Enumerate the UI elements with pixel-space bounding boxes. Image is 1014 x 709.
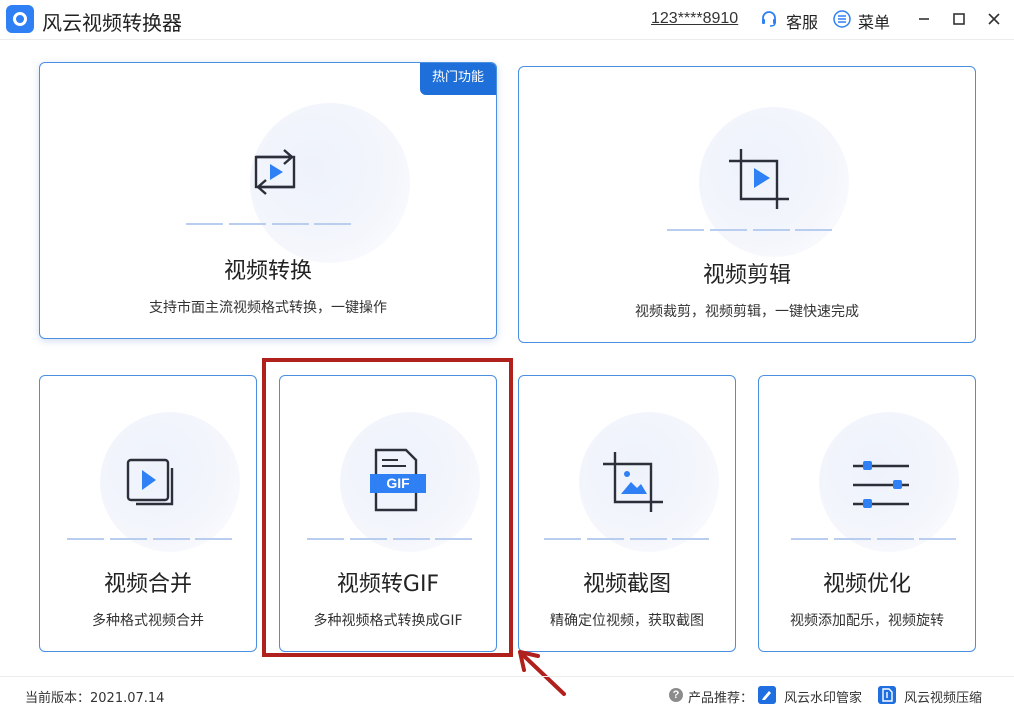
compress-app-icon[interactable] — [878, 686, 896, 704]
video-convert-card[interactable]: 视频转换 支持市面主流视频格式转换，一键操作 热门功能 — [39, 62, 497, 339]
card-description: 精确定位视频，获取截图 — [550, 613, 704, 629]
card-description: 支持市面主流视频格式转换，一键操作 — [149, 300, 387, 316]
version-label: 当前版本：2021.07.14 — [25, 691, 165, 706]
customer-service-button[interactable]: 客服 — [786, 9, 818, 33]
card-title: 视频截图 — [582, 572, 671, 597]
convert-icon — [254, 149, 296, 195]
merge-icon — [126, 458, 174, 506]
card-title: 视频转换 — [223, 259, 312, 284]
crop-image-icon — [603, 452, 663, 512]
decor-line — [667, 229, 832, 231]
card-description: 多种格式视频合并 — [92, 613, 204, 629]
product-link-watermark[interactable]: 风云水印管家 — [784, 687, 862, 706]
headset-icon[interactable] — [760, 10, 778, 28]
status-bar: 当前版本：2021.07.14 ? 产品推荐： 风云水印管家 风云视频压缩 — [0, 676, 1014, 709]
maximize-icon[interactable] — [948, 8, 970, 30]
video-optimize-card[interactable]: 视频优化 视频添加配乐，视频旋转 — [758, 375, 976, 652]
video-screenshot-card[interactable]: 视频截图 精确定位视频，获取截图 — [518, 375, 736, 652]
account-link[interactable]: 123****8910 — [651, 10, 738, 28]
highlight-box — [262, 358, 513, 657]
hot-badge: 热门功能 — [420, 63, 496, 95]
menu-icon[interactable] — [833, 10, 851, 28]
video-edit-card[interactable]: 视频剪辑 视频裁剪，视频剪辑，一键快速完成 — [518, 66, 976, 343]
decor-line — [791, 538, 956, 540]
card-title: 视频优化 — [822, 572, 911, 597]
decor-line — [67, 538, 232, 540]
card-title: 视频剪辑 — [702, 263, 791, 288]
card-description: 视频添加配乐，视频旋转 — [790, 613, 944, 629]
product-link-compress[interactable]: 风云视频压缩 — [904, 687, 982, 706]
sliders-icon — [853, 461, 909, 508]
card-description: 视频裁剪，视频剪辑，一键快速完成 — [635, 304, 859, 320]
recommend-label: 产品推荐： — [688, 691, 754, 706]
video-merge-card[interactable]: 视频合并 多种格式视频合并 — [39, 375, 257, 652]
menu-button[interactable]: 菜单 — [858, 9, 890, 33]
minimize-icon[interactable] — [913, 8, 935, 30]
help-icon[interactable]: ? — [669, 688, 683, 702]
card-title: 视频合并 — [103, 572, 192, 597]
decor-line — [186, 223, 351, 225]
app-title: 风云视频转换器 — [42, 11, 182, 35]
title-bar: 风云视频转换器 123****8910 客服 菜单 — [0, 0, 1014, 40]
app-logo-icon — [6, 5, 34, 33]
close-icon[interactable] — [983, 8, 1005, 30]
decor-line — [544, 538, 709, 540]
watermark-app-icon[interactable] — [758, 686, 776, 704]
crop-video-icon — [729, 149, 789, 209]
